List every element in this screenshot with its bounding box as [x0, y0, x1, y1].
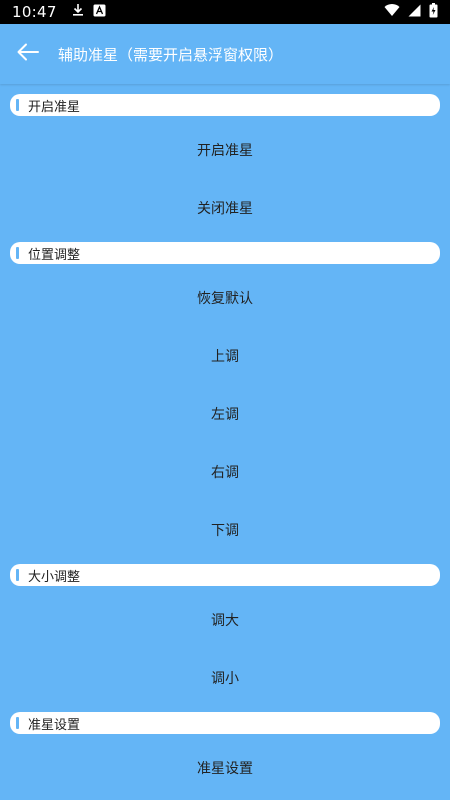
section-label: 开启准星 [28, 99, 81, 115]
download-icon [71, 3, 85, 21]
section-accent-bar [16, 247, 19, 259]
section-accent-bar [16, 569, 19, 581]
wifi-icon [384, 3, 400, 21]
move-left-button[interactable]: 左调 [0, 385, 450, 443]
size-decrease-button[interactable]: 调小 [0, 649, 450, 707]
status-bar: 10:47 [0, 0, 450, 24]
section-label: 位置调整 [28, 247, 81, 263]
section-header-position: 位置调整 [10, 242, 440, 264]
section-accent-bar [16, 717, 19, 729]
signal-icon [408, 3, 421, 21]
notification-a-icon [93, 3, 106, 21]
size-increase-button[interactable]: 调大 [0, 591, 450, 649]
arrow-left-icon [17, 43, 39, 65]
move-down-button[interactable]: 下调 [0, 501, 450, 559]
move-up-button[interactable]: 上调 [0, 327, 450, 385]
disable-crosshair-button[interactable]: 关闭准星 [0, 179, 450, 237]
move-right-button[interactable]: 右调 [0, 443, 450, 501]
section-header-enable: 开启准星 [10, 94, 440, 116]
back-button[interactable] [0, 26, 56, 82]
app-bar: 辅助准星（需要开启悬浮窗权限） [0, 24, 450, 84]
battery-icon [429, 2, 438, 22]
section-label: 准星设置 [28, 717, 81, 733]
enable-crosshair-button[interactable]: 开启准星 [0, 121, 450, 179]
section-header-size: 大小调整 [10, 564, 440, 586]
section-accent-bar [16, 99, 19, 111]
reset-default-button[interactable]: 恢复默认 [0, 269, 450, 327]
status-time: 10:47 [12, 3, 57, 21]
crosshair-settings-button[interactable]: 准星设置 [0, 739, 450, 797]
section-header-crosshair-settings: 准星设置 [10, 712, 440, 734]
section-label: 大小调整 [28, 569, 81, 585]
page-title: 辅助准星（需要开启悬浮窗权限） [58, 45, 284, 64]
